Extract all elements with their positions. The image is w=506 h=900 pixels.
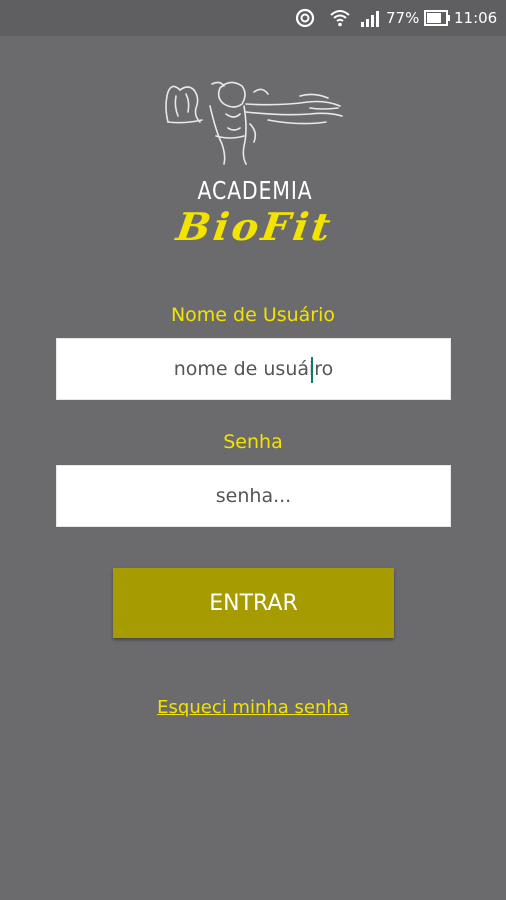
battery-percent: 77% bbox=[386, 9, 420, 27]
logo-text-biofit: BioFit bbox=[173, 204, 337, 249]
forgot-password-link[interactable]: Esqueci minha senha bbox=[157, 697, 349, 718]
forgot-password-container: Esqueci minha senha bbox=[0, 697, 506, 718]
password-field-container bbox=[56, 465, 451, 527]
battery-icon bbox=[424, 0, 452, 36]
password-input[interactable] bbox=[57, 466, 450, 526]
gym-logo: ACADEMIA BioFit bbox=[150, 72, 360, 262]
clock: 11:06 bbox=[454, 9, 498, 27]
login-button[interactable]: ENTRAR bbox=[113, 568, 394, 638]
signal-icon bbox=[360, 0, 384, 36]
username-field-container bbox=[56, 338, 451, 400]
password-label: Senha bbox=[223, 431, 283, 453]
status-bar: 77% 11:06 bbox=[0, 0, 506, 36]
sync-icon bbox=[294, 0, 316, 36]
wifi-icon bbox=[329, 0, 351, 36]
username-label: Nome de Usuário bbox=[170, 304, 336, 326]
username-input[interactable] bbox=[57, 339, 450, 399]
logo-text-academia: ACADEMIA bbox=[197, 176, 313, 205]
text-cursor bbox=[311, 357, 313, 383]
athletes-illustration bbox=[165, 81, 343, 165]
